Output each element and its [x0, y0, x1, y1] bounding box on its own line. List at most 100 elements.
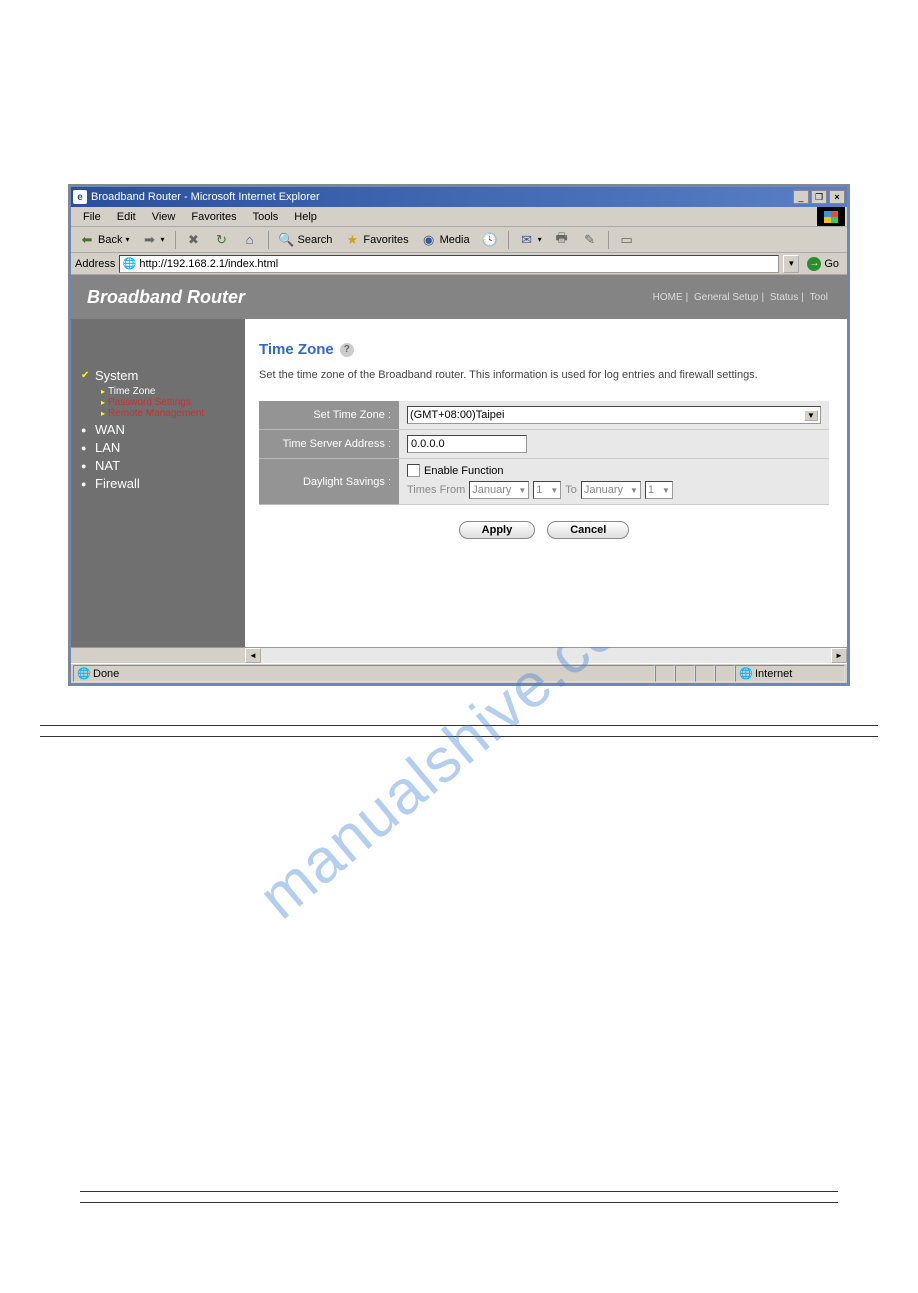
status-text: Done — [93, 668, 119, 680]
page-icon: 🌐 — [122, 257, 136, 271]
zone-icon: 🌐 — [740, 668, 752, 680]
router-header: Broadband Router HOME| General Setup| St… — [71, 275, 847, 319]
mail-icon: ✉ — [519, 232, 535, 248]
menu-tools[interactable]: Tools — [245, 209, 287, 225]
apply-button[interactable]: Apply — [459, 521, 536, 539]
menu-edit[interactable]: Edit — [109, 209, 144, 225]
horizontal-scrollbar[interactable]: ◄ ► — [71, 647, 847, 663]
go-button[interactable]: →Go — [803, 257, 843, 271]
back-button[interactable]: ⬅Back▾ — [75, 230, 133, 250]
media-button[interactable]: ◉Media — [417, 230, 474, 250]
status-box — [695, 665, 715, 682]
close-button[interactable]: × — [829, 190, 845, 204]
label-timezone: Set Time Zone : — [259, 401, 399, 430]
dst-to-day[interactable]: 1▼ — [645, 481, 673, 499]
address-dropdown[interactable]: ▼ — [783, 255, 799, 273]
search-icon: 🔍 — [279, 232, 295, 248]
menu-view[interactable]: View — [144, 209, 184, 225]
settings-form: Set Time Zone : (GMT+08:00)Taipei▼ Time … — [259, 401, 829, 505]
dst-enable-checkbox[interactable] — [407, 464, 420, 477]
sidebar-sub-timezone[interactable]: Time Zone — [101, 386, 235, 397]
forward-button[interactable]: ➡▾ — [137, 230, 168, 250]
forward-icon: ➡ — [141, 232, 157, 248]
timezone-select[interactable]: (GMT+08:00)Taipei▼ — [407, 406, 821, 424]
dst-from-day[interactable]: 1▼ — [533, 481, 561, 499]
window-title: Broadband Router - Microsoft Internet Ex… — [91, 191, 793, 203]
main-panel: Time Zone ? Set the time zone of the Bro… — [245, 319, 847, 647]
titlebar: e Broadband Router - Microsoft Internet … — [71, 187, 847, 207]
dst-range-row: Times From January▼ 1▼ To January▼ 1▼ — [407, 481, 821, 499]
page-content: Broadband Router HOME| General Setup| St… — [71, 275, 847, 663]
scroll-right-button[interactable]: ► — [831, 648, 847, 663]
sidebar-item-firewall[interactable]: Firewall — [81, 476, 235, 491]
router-brand: Broadband Router — [87, 287, 650, 308]
scroll-left-button[interactable]: ◄ — [245, 648, 261, 663]
label-timeserver: Time Server Address : — [259, 430, 399, 459]
print-icon: 🖶 — [554, 232, 570, 248]
history-button[interactable]: 🕓 — [478, 230, 502, 250]
page-description: Set the time zone of the Broadband route… — [259, 368, 829, 383]
status-box — [655, 665, 675, 682]
favorites-button[interactable]: ★Favorites — [340, 230, 412, 250]
minimize-button[interactable]: _ — [793, 190, 809, 204]
back-icon: ⬅ — [79, 232, 95, 248]
refresh-button[interactable]: ↻ — [210, 230, 234, 250]
menu-file[interactable]: File — [75, 209, 109, 225]
done-icon: 🌐 — [78, 668, 90, 680]
address-input[interactable]: 🌐 http://192.168.2.1/index.html — [119, 255, 779, 273]
doc-rule — [80, 1191, 838, 1192]
menubar: File Edit View Favorites Tools Help — [71, 207, 847, 227]
sidebar-item-lan[interactable]: LAN — [81, 440, 235, 455]
ie-icon: e — [73, 190, 87, 204]
dst-to-label: To — [565, 484, 577, 496]
zone-text: Internet — [755, 668, 792, 680]
router-nav: HOME| General Setup| Status| Tool — [650, 292, 831, 303]
timeserver-input[interactable] — [407, 435, 527, 453]
go-icon: → — [807, 257, 821, 271]
media-icon: ◉ — [421, 232, 437, 248]
edit-button[interactable]: ✎ — [578, 230, 602, 250]
home-icon: ⌂ — [242, 232, 258, 248]
nav-home[interactable]: HOME — [653, 292, 683, 303]
nav-status[interactable]: Status — [770, 292, 798, 303]
help-icon[interactable]: ? — [340, 343, 354, 357]
status-box — [675, 665, 695, 682]
refresh-icon: ↻ — [214, 232, 230, 248]
cancel-button[interactable]: Cancel — [547, 521, 629, 539]
discuss-icon: ▭ — [619, 232, 635, 248]
search-button[interactable]: 🔍Search — [275, 230, 337, 250]
address-bar: Address 🌐 http://192.168.2.1/index.html … — [71, 253, 847, 275]
menu-help[interactable]: Help — [286, 209, 325, 225]
dst-from-month[interactable]: January▼ — [469, 481, 529, 499]
edit-icon: ✎ — [582, 232, 598, 248]
label-dst: Daylight Savings : — [259, 459, 399, 505]
page-title: Time Zone ? — [259, 341, 829, 358]
ie-window: e Broadband Router - Microsoft Internet … — [69, 185, 849, 685]
sidebar-sub-password[interactable]: Password Settings — [101, 397, 235, 408]
nav-general[interactable]: General Setup — [694, 292, 759, 303]
sidebar-item-nat[interactable]: NAT — [81, 458, 235, 473]
address-label: Address — [75, 258, 115, 270]
windows-logo-icon — [817, 207, 845, 226]
maximize-button[interactable]: ❐ — [811, 190, 827, 204]
doc-rule — [40, 725, 878, 726]
nav-tool[interactable]: Tool — [810, 292, 828, 303]
sidebar: System Time Zone Password Settings Remot… — [71, 319, 245, 647]
home-button[interactable]: ⌂ — [238, 230, 262, 250]
discuss-button[interactable]: ▭ — [615, 230, 639, 250]
doc-rule — [80, 1202, 838, 1203]
stop-button[interactable]: ✖ — [182, 230, 206, 250]
sidebar-item-wan[interactable]: WAN — [81, 422, 235, 437]
sidebar-item-system[interactable]: System — [81, 368, 235, 383]
menu-favorites[interactable]: Favorites — [183, 209, 244, 225]
favorites-icon: ★ — [344, 232, 360, 248]
sidebar-sub-remote[interactable]: Remote Management — [101, 408, 235, 419]
toolbar: ⬅Back▾ ➡▾ ✖ ↻ ⌂ 🔍Search ★Favorites ◉Medi… — [71, 227, 847, 253]
history-icon: 🕓 — [482, 232, 498, 248]
status-box — [715, 665, 735, 682]
print-button[interactable]: 🖶 — [550, 230, 574, 250]
mail-button[interactable]: ✉▾ — [515, 230, 546, 250]
doc-rule — [40, 736, 878, 737]
dst-to-month[interactable]: January▼ — [581, 481, 641, 499]
statusbar: 🌐 Done 🌐 Internet — [71, 663, 847, 683]
